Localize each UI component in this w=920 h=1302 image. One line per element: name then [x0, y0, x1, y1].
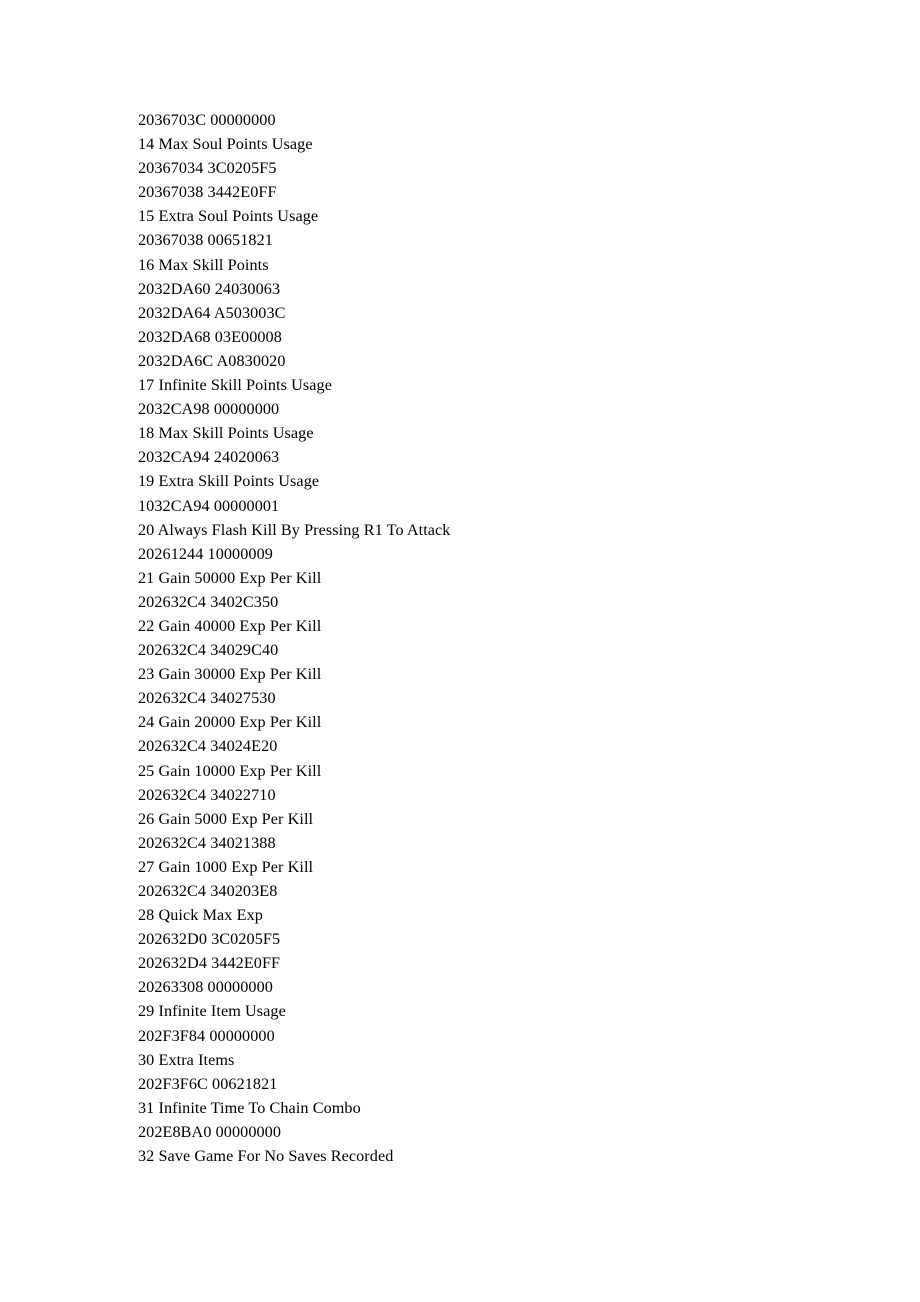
cheat-code-line: 1032CA94 00000001 [138, 496, 280, 515]
cheat-code-line: 2032CA98 00000000 [138, 400, 280, 419]
cheat-code-line: 202632C4 34024E20 [138, 737, 278, 756]
cheat-code-line: 202632D0 3C0205F5 [138, 930, 281, 949]
cheat-code-line: 2036703C 00000000 [138, 111, 276, 129]
cheat-entry-line: 28 Quick Max Exp [138, 906, 263, 925]
cheat-entry-line: 27 Gain 1000 Exp Per Kill [138, 857, 314, 876]
cheat-code-line: 202F3F6C 00621821 [138, 1074, 278, 1093]
cheat-entry-line: 24 Gain 20000 Exp Per Kill [138, 713, 322, 732]
cheat-entry-line: 18 Max Skill Points Usage [138, 424, 314, 443]
cheat-code-line: 2032DA6C A0830020 [138, 351, 286, 370]
cheat-code-list: 2036703C 00000000 14 Max Soul Points Usag… [138, 108, 838, 1168]
cheat-code-line: 20367038 00651821 [138, 231, 273, 250]
cheat-entry-line: 22 Gain 40000 Exp Per Kill [138, 616, 322, 635]
cheat-entry-line: 25 Gain 10000 Exp Per Kill [138, 761, 322, 780]
cheat-entry-line: 20 Always Flash Kill By Pressing R1 To A… [138, 520, 451, 539]
cheat-code-line: 2032CA94 24020063 [138, 448, 280, 467]
cheat-entry-line: 26 Gain 5000 Exp Per Kill [138, 809, 314, 828]
cheat-code-line: 2032DA64 A503003C [138, 303, 286, 322]
cheat-code-line: 202632C4 34022710 [138, 785, 276, 804]
cheat-entry-line: 23 Gain 30000 Exp Per Kill [138, 665, 322, 684]
cheat-code-line: 20367038 3442E0FF [138, 183, 277, 202]
cheat-entry-line: 14 Max Soul Points Usage [138, 135, 313, 154]
cheat-code-line: 202632C4 34027530 [138, 689, 276, 708]
document-page: 2036703C 00000000 14 Max Soul Points Usag… [0, 0, 920, 1302]
cheat-entry-line: 15 Extra Soul Points Usage [138, 207, 319, 226]
cheat-code-line: 202632C4 34029C40 [138, 641, 279, 660]
cheat-code-line: 20261244 10000009 [138, 544, 273, 563]
cheat-code-line: 202F3F84 00000000 [138, 1026, 275, 1045]
cheat-entry-line: 31 Infinite Time To Chain Combo [138, 1098, 361, 1117]
cheat-entry-line: 21 Gain 50000 Exp Per Kill [138, 568, 322, 587]
cheat-entry-line: 32 Save Game For No Saves Recorded [138, 1147, 394, 1166]
cheat-code-line: 2032DA60 24030063 [138, 279, 281, 298]
cheat-entry-line: 16 Max Skill Points [138, 255, 269, 274]
cheat-code-line: 202632C4 340203E8 [138, 882, 278, 900]
cheat-code-line: 20263308 00000000 [138, 978, 273, 997]
cheat-code-line: 202632C4 3402C350 [138, 592, 279, 611]
cheat-entry-line: 19 Extra Skill Points Usage [138, 472, 320, 491]
cheat-entry-line: 30 Extra Items [138, 1050, 235, 1069]
cheat-entry-line: 17 Infinite Skill Points Usage [138, 376, 332, 395]
cheat-code-line: 20367034 3C0205F5 [138, 159, 277, 178]
cheat-code-line: 202E8BA0 00000000 [138, 1122, 282, 1141]
cheat-code-line: 202632D4 3442E0FF [138, 954, 281, 973]
cheat-code-line: 2032DA68 03E00008 [138, 327, 282, 346]
cheat-entry-line: 29 Infinite Item Usage [138, 1002, 286, 1021]
cheat-code-line: 202632C4 34021388 [138, 833, 276, 852]
